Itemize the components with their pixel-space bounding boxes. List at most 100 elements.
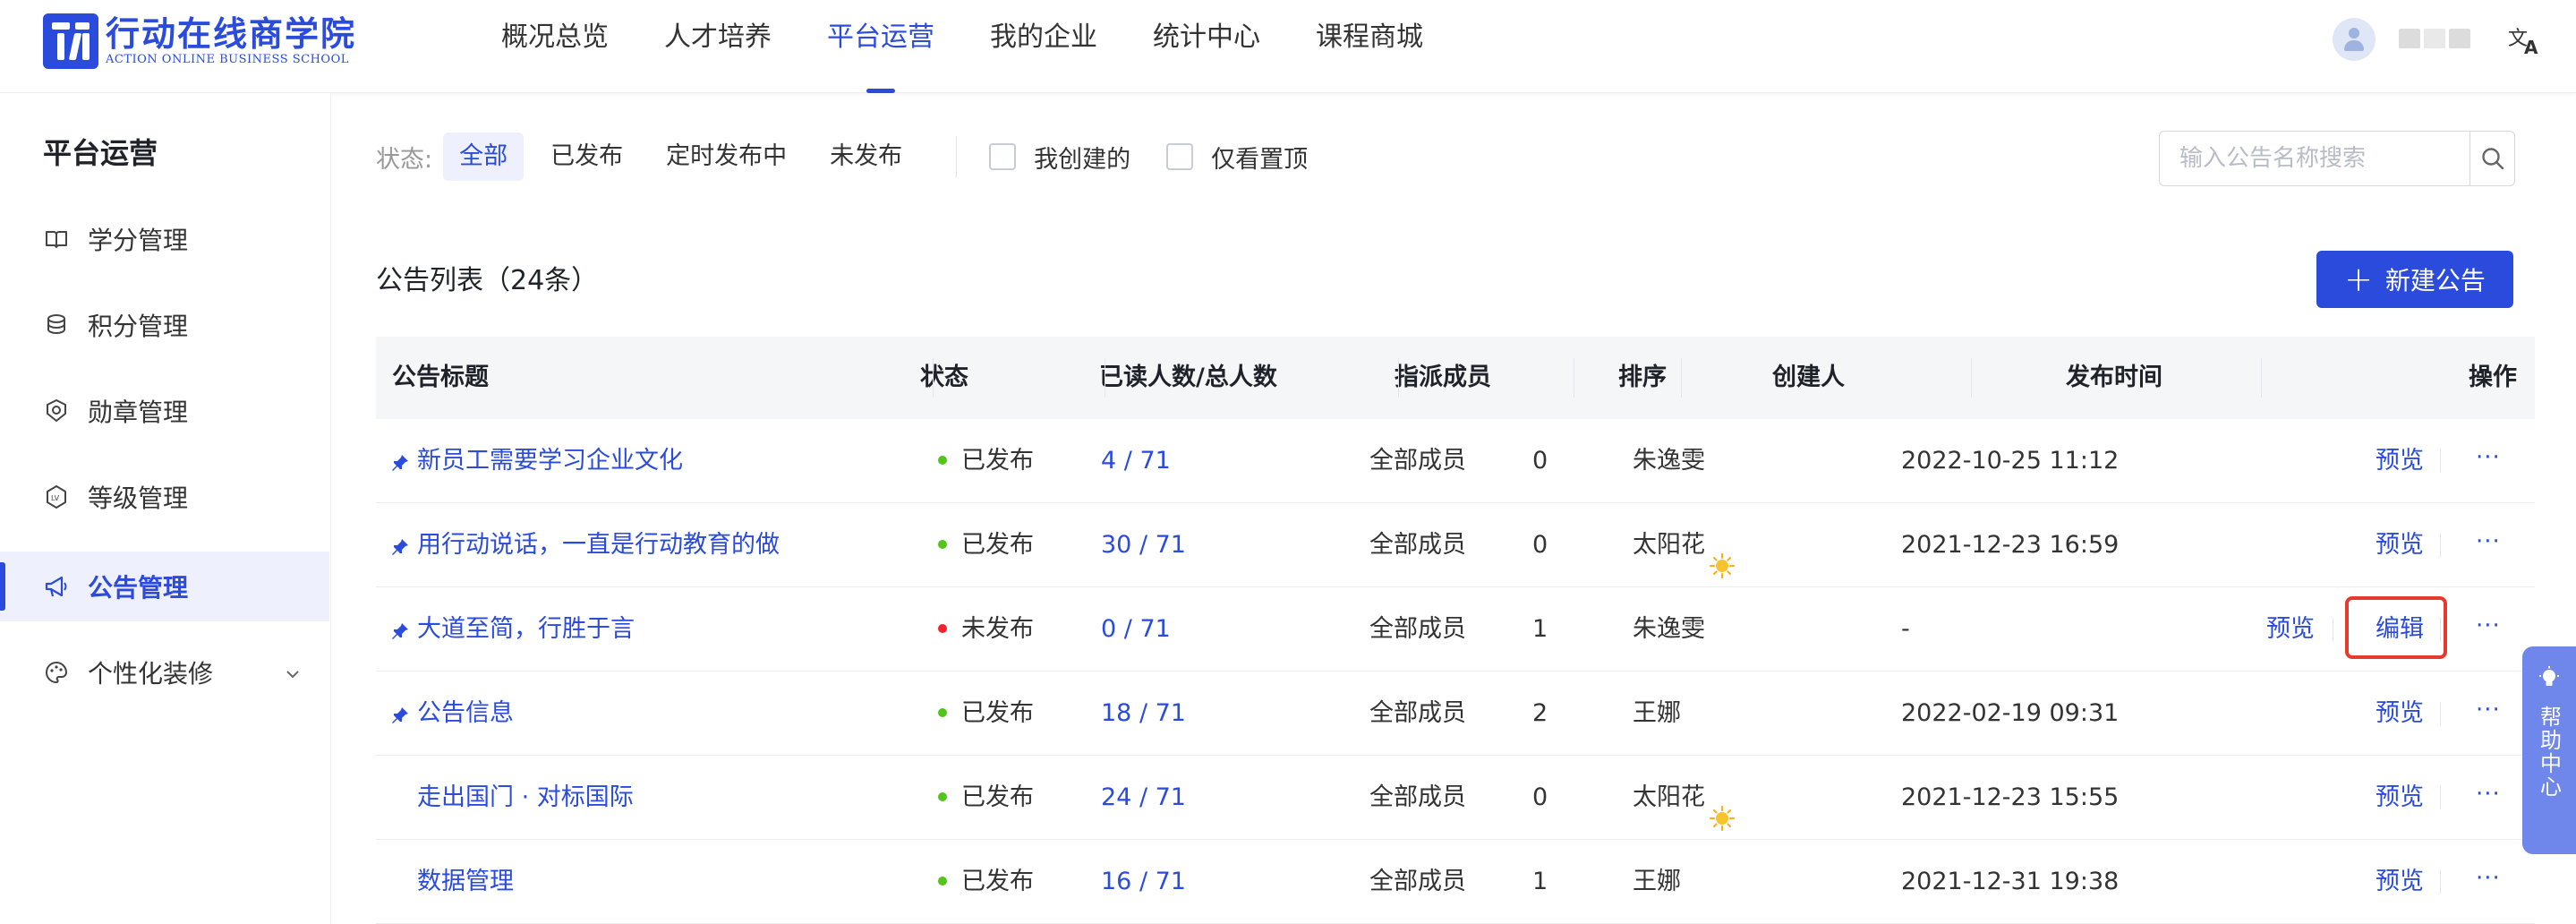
status-dot [938, 623, 947, 633]
action-divider [2440, 618, 2441, 641]
table-row: 新员工需要学习企业文化 已发布 4 / 71 全部成员 0 朱逸雯 2022-10-25 1… [376, 419, 2535, 503]
nav-item[interactable]: 概况总览 [501, 0, 609, 93]
nav-item[interactable]: 统计中心 [1153, 0, 1260, 93]
more-actions-button[interactable]: ··· [2476, 672, 2501, 756]
action-divider [2440, 702, 2441, 725]
creator-cell: 王娜 [1633, 840, 1681, 924]
announcement-title-link[interactable]: 大道至简，行胜于言 [417, 587, 635, 672]
read-count-link[interactable]: 4 / 71 [1101, 419, 1171, 503]
announcement-title-link[interactable]: 用行动说话，一直是行动教育的做 [417, 503, 780, 587]
column-header: 已读人数/总人数 [1099, 364, 1277, 391]
read-count-link[interactable]: 16 / 71 [1101, 840, 1186, 924]
sidebar-item[interactable]: 个性化装修 [0, 637, 329, 707]
status-dot [938, 791, 947, 801]
column-header: 创建人 [1772, 364, 1845, 391]
creator-cell: 太阳花 [1633, 503, 1736, 587]
preview-button[interactable]: 预览 [2376, 419, 2424, 503]
search-input[interactable] [2160, 132, 2469, 185]
announcement-title-link[interactable]: 公告信息 [417, 672, 514, 756]
assigned-members: 全部成员 [1369, 783, 1466, 811]
filter-checkbox[interactable]: 仅看置顶 [1166, 140, 1308, 175]
sun-emoji-icon [1709, 783, 1736, 831]
creator-name: 太阳花 [1633, 783, 1705, 811]
sidebar-item[interactable]: 公告管理 [0, 552, 329, 621]
list-title: 公告列表（24条） [376, 265, 599, 296]
status-filter-option[interactable]: 已发布 [534, 133, 639, 181]
table-row: 用行动说话，一直是行动教育的做 已发布 30 / 71 全部成员 0 太阳花 2021-12… [376, 503, 2535, 587]
publish-time: - [1901, 615, 1910, 643]
nav-item[interactable]: 人才培养 [664, 0, 772, 93]
checkbox-label: 我创建的 [1034, 145, 1131, 174]
status-filter-option[interactable]: 全部 [443, 133, 525, 181]
column-header: 指派成员 [1395, 364, 1491, 391]
table-row: 数据管理 已发布 16 / 71 全部成员 1 王娜 2021-12-31 19:38 预览 ·… [376, 840, 2535, 924]
read-count-link[interactable]: 0 / 71 [1101, 587, 1171, 672]
translate-icon[interactable]: 文 A [2506, 21, 2542, 57]
status-cell: 已发布 [938, 840, 1034, 924]
more-actions-button[interactable]: ··· [2476, 419, 2501, 503]
sidebar-item[interactable]: 勋章管理 [0, 376, 329, 446]
read-count-link[interactable]: 30 / 71 [1101, 503, 1186, 587]
status-filter-option[interactable]: 未发布 [814, 133, 918, 181]
logo-subtitle: ACTION ONLINE BUSINESS SCHOOL [106, 53, 349, 66]
new-announcement-button[interactable]: + 新建公告 [2316, 251, 2513, 308]
more-actions-button[interactable]: ··· [2476, 503, 2501, 587]
more-actions-button[interactable]: ··· [2476, 587, 2501, 672]
sidebar-item-label: 积分管理 [88, 312, 189, 341]
status-dot [938, 455, 947, 465]
sidebar-item[interactable]: 积分管理 [0, 290, 329, 360]
status-dot [938, 539, 947, 549]
table-row: 大道至简，行胜于言 未发布 0 / 71 全部成员 1 朱逸雯 - 预览 编辑 ··· [376, 587, 2535, 672]
status-cell: 已发布 [938, 503, 1034, 587]
sort-order: 1 [1532, 615, 1548, 643]
more-actions-button[interactable]: ··· [2476, 756, 2501, 840]
filter-checkbox[interactable]: 我创建的 [989, 140, 1130, 175]
pin-icon [390, 451, 410, 471]
checkbox[interactable] [989, 143, 1017, 170]
preview-button[interactable]: 预览 [2376, 756, 2424, 840]
sidebar-item[interactable]: 学分管理 [0, 204, 329, 274]
help-center-button[interactable]: 帮助中心 [2522, 646, 2576, 854]
user-avatar-icon[interactable] [2333, 18, 2376, 61]
more-actions-button[interactable]: ··· [2476, 840, 2501, 924]
search-button[interactable] [2469, 132, 2514, 185]
preview-button[interactable]: 预览 [2376, 840, 2424, 924]
publish-time: 2021-12-23 15:55 [1901, 783, 2120, 811]
table-header: 公告标题 状态 已读人数/总人数 指派成员 排序 创建人 发布时间 操作 [376, 337, 2535, 419]
action-divider [2440, 870, 2441, 894]
preview-button[interactable]: 预览 [2376, 503, 2424, 587]
nav-item[interactable]: 课程商城 [1316, 0, 1423, 93]
username-redacted[interactable] [2399, 29, 2470, 48]
announcement-title-link[interactable]: 走出国门 · 对标国际 [417, 756, 634, 840]
announcement-title-link[interactable]: 新员工需要学习企业文化 [417, 419, 683, 503]
column-divider [1398, 358, 1399, 398]
publish-time: 2021-12-23 16:59 [1901, 531, 2120, 559]
creator-cell: 太阳花 [1633, 756, 1736, 840]
checkbox[interactable] [1166, 143, 1194, 170]
status-dot [938, 876, 947, 886]
preview-button[interactable]: 预览 [2266, 587, 2315, 672]
divider [956, 136, 958, 177]
assigned-members: 全部成员 [1369, 699, 1466, 727]
nav-item[interactable]: 平台运营 [827, 0, 934, 93]
sort-order: 0 [1532, 531, 1548, 559]
table-row: 公告信息 已发布 18 / 71 全部成员 2 王娜 2022-02-19 09:31 预览 ·… [376, 672, 2535, 756]
status-filter-label: 状态: [376, 145, 433, 174]
status-filter-option[interactable]: 定时发布中 [650, 133, 803, 181]
edit-button[interactable]: 编辑 [2376, 587, 2424, 672]
read-count-link[interactable]: 24 / 71 [1101, 756, 1186, 840]
plus-icon: + [2344, 260, 2373, 299]
sidebar-item[interactable]: LV 等级管理 [0, 462, 329, 532]
sort-order: 0 [1532, 783, 1548, 811]
chevron-down-icon[interactable] [283, 661, 303, 690]
status-text: 已发布 [961, 699, 1034, 727]
coins-icon [43, 312, 70, 338]
announcement-title-link[interactable]: 数据管理 [417, 840, 514, 924]
filter-bar: 状态: 全部 已发布 定时发布中 未发布 我创建的 仅看置顶 [376, 133, 1343, 181]
logo[interactable]: 行动在线商学院 ACTION ONLINE BUSINESS SCHOOL [43, 13, 356, 70]
lightbulb-icon [2539, 666, 2559, 686]
preview-button[interactable]: 预览 [2376, 672, 2424, 756]
read-count-link[interactable]: 18 / 71 [1101, 672, 1186, 756]
sun-emoji-icon [1709, 530, 1736, 578]
nav-item[interactable]: 我的企业 [990, 0, 1097, 93]
